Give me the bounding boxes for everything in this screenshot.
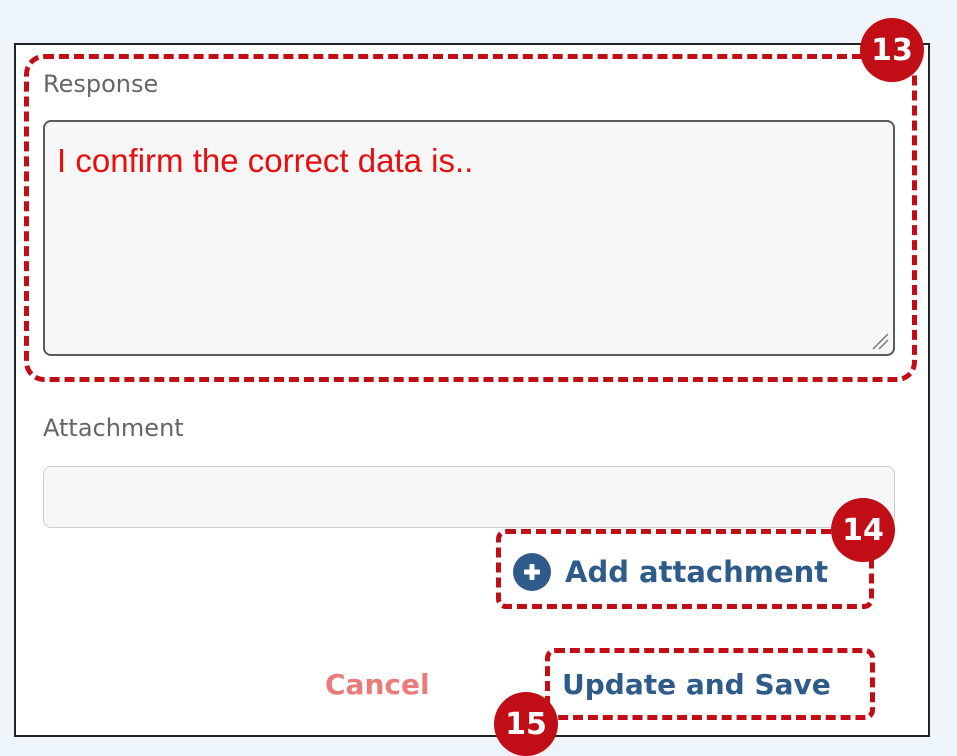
attachment-field[interactable]	[43, 466, 895, 528]
callout-15-outline	[545, 648, 875, 720]
callout-15-badge: 15	[494, 692, 558, 756]
callout-14-outline	[496, 529, 874, 609]
attachment-label: Attachment	[43, 414, 184, 442]
cancel-button[interactable]: Cancel	[325, 668, 430, 701]
callout-13-badge: 13	[860, 18, 924, 82]
callout-13-outline	[24, 54, 917, 382]
callout-14-badge: 14	[831, 498, 895, 562]
